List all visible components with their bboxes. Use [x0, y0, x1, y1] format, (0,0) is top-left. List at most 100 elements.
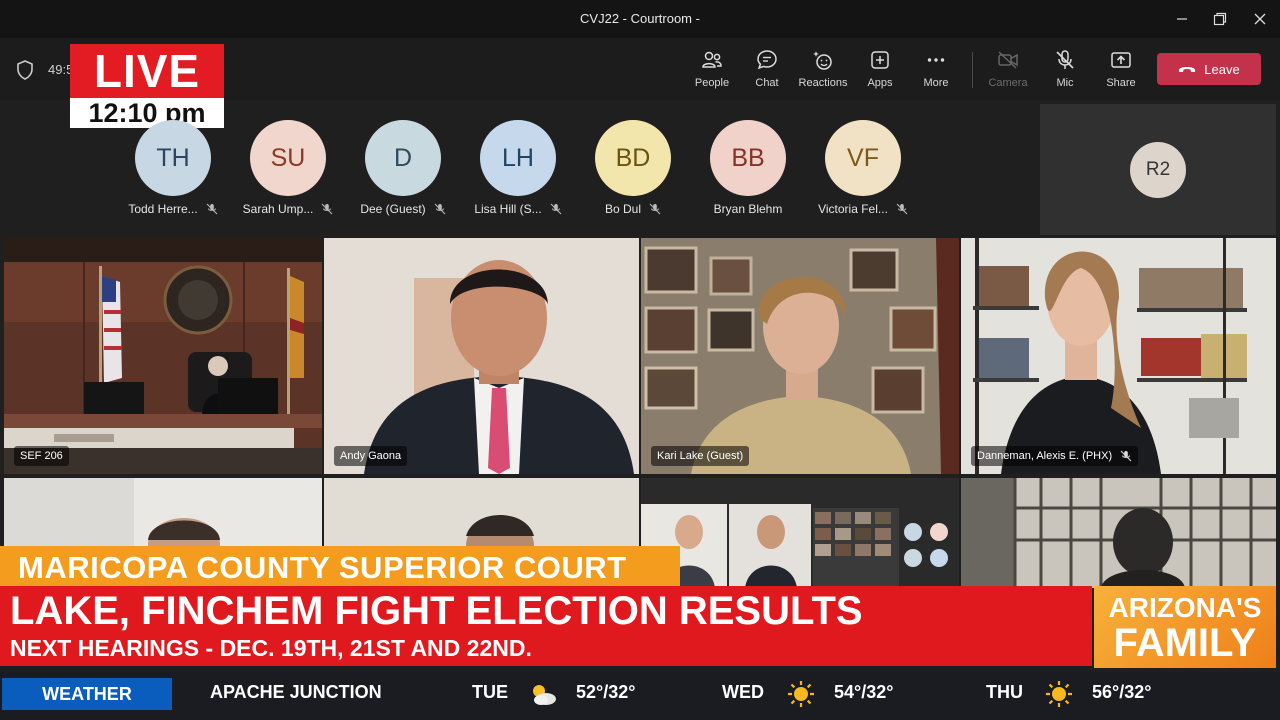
- share-button[interactable]: Share: [1093, 48, 1149, 94]
- apps-button[interactable]: Apps: [852, 48, 908, 94]
- people-label: People: [694, 77, 730, 89]
- more-label: More: [923, 77, 949, 89]
- sun-icon: [788, 681, 814, 707]
- participant-name: Dee (Guest): [345, 202, 461, 216]
- participant-name-text: Bryan Blehm: [713, 202, 783, 216]
- courtroom-video: [4, 262, 322, 474]
- people-button[interactable]: People: [684, 48, 740, 94]
- leave-button[interactable]: Leave: [1157, 53, 1261, 85]
- reactions-label: Reactions: [798, 77, 848, 89]
- forecast-temp: 56°/32°: [1092, 682, 1152, 702]
- participant-name-text: Victoria Fel...: [818, 202, 888, 216]
- participant-avatar[interactable]: BD: [595, 120, 671, 196]
- video-tile-shared-screen[interactable]: [641, 478, 959, 588]
- participant-name: Bryan Blehm: [690, 202, 806, 216]
- restore-icon[interactable]: [1207, 6, 1233, 32]
- live-bug: LIVE 12:10 pm: [70, 44, 224, 128]
- logo-line-2: FAMILY: [1113, 621, 1257, 665]
- participant-name-text: Sarah Ump...: [242, 202, 314, 216]
- avatar-initials: D: [393, 143, 413, 172]
- window-titlebar: CVJ22 - Courtroom -: [0, 0, 1280, 38]
- tile-name-badge: SEF 206: [14, 446, 69, 466]
- people-icon: [702, 51, 722, 68]
- avatar-initials: TH: [156, 143, 190, 172]
- mic-off-icon: [896, 203, 908, 215]
- window-title: CVJ22 - Courtroom -: [580, 11, 700, 26]
- apps-icon: [871, 51, 889, 69]
- forecast-day: WED: [722, 682, 764, 702]
- participant-avatar[interactable]: SU: [250, 120, 326, 196]
- participant-name-text: Lisa Hill (S...: [474, 202, 542, 216]
- more-icon: [927, 58, 945, 62]
- camera-off-icon: [998, 51, 1018, 69]
- arizonas-family-logo: ARIZONA'S FAMILY: [1094, 586, 1276, 668]
- camera-button[interactable]: Camera: [980, 48, 1036, 94]
- avatar-initials: LH: [502, 143, 534, 172]
- video-tile-kari-lake[interactable]: Kari Lake (Guest): [641, 238, 959, 474]
- tile-name: Danneman, Alexis E. (PHX): [977, 450, 1113, 462]
- mic-off-icon: [321, 203, 333, 215]
- chat-button[interactable]: Chat: [739, 48, 795, 94]
- live-time: 12:10 pm: [70, 98, 224, 128]
- partly-cloudy-icon: [533, 685, 556, 705]
- weather-location: APACHE JUNCTION: [210, 682, 382, 702]
- participant-avatar[interactable]: BB: [710, 120, 786, 196]
- live-label: LIVE: [70, 44, 224, 98]
- tile-name-badge: Danneman, Alexis E. (PHX): [971, 446, 1139, 466]
- apps-label: Apps: [867, 77, 893, 89]
- participant-avatar[interactable]: TH: [135, 120, 211, 196]
- participant-avatar[interactable]: VF: [825, 120, 901, 196]
- video-tile-danneman[interactable]: Danneman, Alexis E. (PHX): [961, 238, 1276, 474]
- participant-name: Victoria Fel...: [805, 202, 921, 216]
- participant-name-text: Todd Herre...: [128, 202, 198, 216]
- video-tile-participant[interactable]: [961, 478, 1276, 588]
- reactions-button[interactable]: Reactions: [795, 48, 851, 94]
- chat-label: Chat: [755, 77, 779, 89]
- forecast-temp: 54°/32°: [834, 682, 894, 702]
- avatar-initials: VF: [847, 143, 879, 172]
- mic-button[interactable]: Mic: [1037, 48, 1093, 94]
- participant-name: Sarah Ump...: [230, 202, 346, 216]
- tile-name: SEF 206: [20, 450, 63, 462]
- mic-off-icon: [1056, 50, 1074, 69]
- participant-name: Bo Dul: [575, 202, 691, 216]
- mic-off-icon: [649, 203, 661, 215]
- close-icon[interactable]: [1247, 6, 1273, 32]
- mic-off-icon: [1120, 450, 1132, 462]
- tile-name: Kari Lake (Guest): [657, 450, 744, 462]
- participant-avatar[interactable]: LH: [480, 120, 556, 196]
- kicker-banner: MARICOPA COUNTY SUPERIOR COURT: [0, 546, 680, 586]
- room-tile[interactable]: R2: [1040, 104, 1276, 235]
- shield-icon: [17, 60, 33, 80]
- participant-avatar[interactable]: D: [365, 120, 441, 196]
- kicker-text: MARICOPA COUNTY SUPERIOR COURT: [18, 550, 627, 585]
- tile-name-badge: Andy Gaona: [334, 446, 408, 466]
- mic-off-icon: [550, 203, 562, 215]
- weather-badge: WEATHER: [2, 678, 172, 710]
- toolbar-divider: [972, 52, 973, 88]
- mic-off-icon: [434, 203, 446, 215]
- tile-name: Andy Gaona: [340, 450, 402, 462]
- video-tile-andy-gaona[interactable]: Andy Gaona: [324, 238, 639, 474]
- reactions-icon: [813, 51, 832, 70]
- shared-screen-video: [641, 504, 948, 588]
- minimize-icon[interactable]: [1169, 6, 1195, 32]
- forecast-day: THU: [986, 682, 1023, 702]
- tile-name-badge: Kari Lake (Guest): [651, 446, 750, 466]
- sun-icon: [1046, 681, 1072, 707]
- share-icon: [1111, 52, 1131, 68]
- leave-label: Leave: [1204, 61, 1240, 77]
- participant-name: Lisa Hill (S...: [460, 202, 576, 216]
- participant-video: [641, 238, 959, 474]
- participant-video: [961, 238, 1276, 474]
- share-label: Share: [1106, 77, 1136, 89]
- participant-video: [324, 238, 639, 474]
- forecast-day: TUE: [472, 682, 508, 702]
- avatar-initials: BB: [731, 143, 765, 172]
- avatar-initials: SU: [270, 143, 306, 172]
- more-button[interactable]: More: [908, 48, 964, 94]
- phone-hangup-icon: [1179, 67, 1196, 72]
- headline-banner: LAKE, FINCHEM FIGHT ELECTION RESULTS NEX…: [0, 586, 1092, 666]
- video-tile-courtroom[interactable]: SEF 206: [4, 238, 322, 474]
- participant-video: [961, 478, 1276, 588]
